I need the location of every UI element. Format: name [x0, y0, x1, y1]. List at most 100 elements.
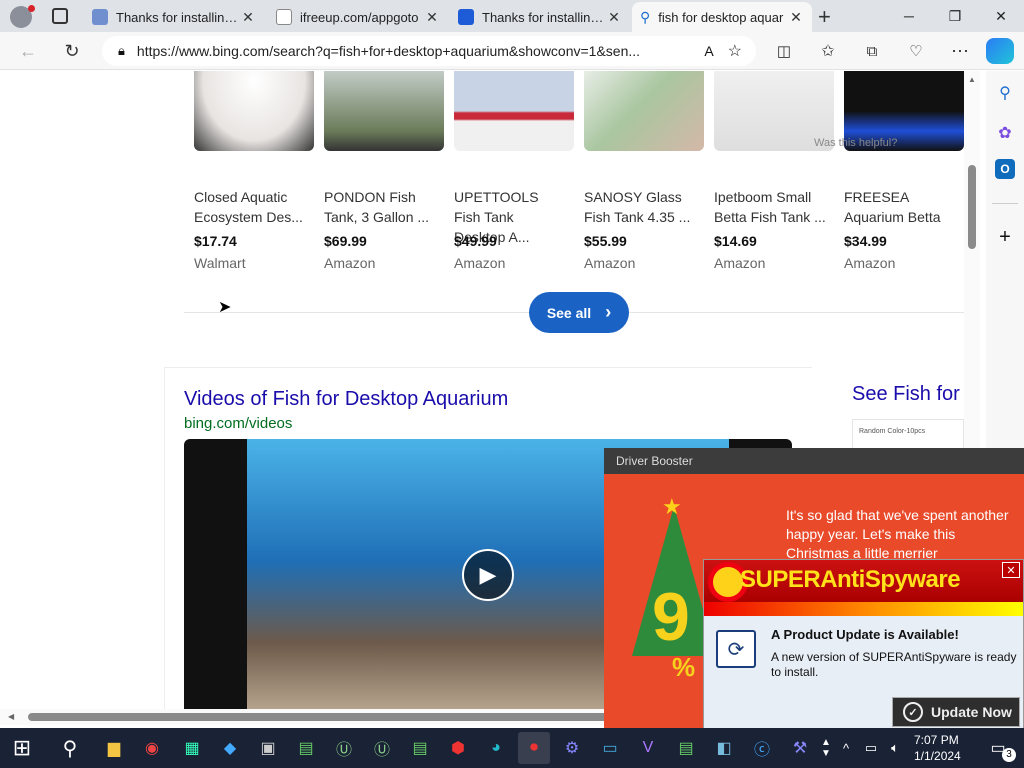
tab-title: Thanks for installing D — [116, 9, 240, 25]
url-text[interactable]: https://www.bing.com/search?q=fish+for+d… — [137, 43, 704, 59]
tree-star-icon: ★ — [662, 494, 682, 519]
outlook-icon[interactable]: O — [995, 159, 1015, 179]
search-icon[interactable]: ⚲ — [991, 79, 1019, 107]
mouse-cursor-icon: ➤ — [218, 299, 232, 316]
profile-alert-dot — [28, 5, 35, 12]
product-price: $49.99 — [454, 233, 497, 249]
scroll-left-icon[interactable]: ◀ — [8, 712, 14, 721]
product-price: $69.99 — [324, 233, 367, 249]
address-bar[interactable]: 🔒︎ https://www.bing.com/search?q=fish+fo… — [102, 36, 756, 66]
add-plus-icon[interactable]: + — [991, 223, 1019, 251]
app-icon[interactable]: ▤ — [404, 732, 436, 764]
edge-icon[interactable]: ◕ — [480, 732, 512, 764]
update-now-button[interactable]: ✓ Update Now — [892, 697, 1020, 727]
sidebar-divider — [992, 203, 1018, 204]
volume-muted-icon[interactable]: 🔈︎ — [884, 732, 906, 764]
product-image[interactable] — [454, 71, 574, 151]
update-message: A new version of SUPERAntiSpyware is rea… — [771, 650, 1017, 679]
app-icon[interactable]: Ⓤ — [328, 732, 360, 764]
product-store: Walmart — [194, 255, 246, 271]
play-button-icon[interactable]: ▶ — [462, 549, 514, 601]
app-icon[interactable]: ▤ — [670, 732, 702, 764]
show-hidden-icons[interactable]: ^ — [836, 732, 856, 764]
tab-1[interactable]: Thanks for installing D ✕ — [84, 2, 264, 32]
product-name[interactable]: Closed Aquatic Ecosystem Des... — [194, 187, 306, 227]
see-all-button[interactable]: See all › — [529, 292, 629, 333]
app-icon[interactable]: ⚙ — [556, 732, 588, 764]
clock-date[interactable]: 1/1/2024 — [914, 749, 961, 763]
close-icon[interactable]: ✕ — [1002, 562, 1020, 578]
back-arrow-icon[interactable]: ← — [12, 36, 44, 66]
copilot-icon[interactable]: ✿ — [991, 119, 1019, 147]
feedback-prompt[interactable]: Was this helpful? — [814, 137, 897, 149]
videos-source[interactable]: bing.com/videos — [184, 415, 292, 432]
tray-scroll-icon[interactable]: ▲ ▼ — [818, 732, 834, 764]
performance-icon[interactable]: ♡ — [900, 36, 932, 66]
scroll-thumb[interactable] — [28, 713, 628, 721]
app-icon[interactable]: ⏺ — [518, 732, 550, 764]
notification-count-badge: 3 — [1002, 748, 1016, 762]
app-icon[interactable]: ⚒ — [784, 732, 816, 764]
minimize-icon[interactable]: ─ — [886, 0, 932, 32]
videos-title[interactable]: Videos of Fish for Desktop Aquarium — [184, 388, 508, 411]
product-name[interactable]: PONDON Fish Tank, 3 Gallon ... — [324, 187, 436, 227]
tab-title: fish for desktop aquar — [658, 9, 784, 25]
favorite-star-icon[interactable]: ☆ — [728, 41, 742, 61]
product-price: $17.74 — [194, 233, 237, 249]
tab-close-icon[interactable]: ✕ — [424, 9, 440, 26]
close-window-icon[interactable]: ✕ — [978, 0, 1024, 32]
clock-time[interactable]: 7:07 PM — [914, 733, 959, 747]
favorites-icon[interactable]: ✩ — [812, 36, 844, 66]
network-icon[interactable]: ▭ — [860, 732, 882, 764]
app-icon[interactable]: ▦ — [176, 732, 208, 764]
file-explorer-icon[interactable]: ▆ — [98, 732, 130, 764]
app-icon[interactable]: ▣ — [252, 732, 284, 764]
tab-2[interactable]: ifreeup.com/appgoto ✕ — [268, 2, 448, 32]
chevron-right-icon: › — [605, 302, 612, 322]
new-tab-plus-icon[interactable]: + — [818, 4, 831, 30]
restore-icon[interactable]: ❐ — [932, 0, 978, 32]
update-now-label: Update Now — [931, 704, 1012, 720]
tab-4-active[interactable]: ⚲ fish for desktop aquar ✕ — [632, 2, 812, 32]
app-icon[interactable]: V — [632, 732, 664, 764]
app-icon[interactable]: ▭ — [594, 732, 626, 764]
app-icon[interactable]: ⓒ — [746, 732, 778, 764]
split-screen-icon[interactable]: ◫ — [768, 36, 800, 66]
scroll-up-icon[interactable]: ▲ — [968, 75, 976, 84]
product-image[interactable] — [584, 71, 704, 151]
sas-banner: SUPERAntiSpyware ✕ — [704, 560, 1023, 602]
product-image[interactable] — [324, 71, 444, 151]
product-price: $34.99 — [844, 233, 887, 249]
app-icon[interactable]: ◆ — [214, 732, 246, 764]
tab-actions-icon[interactable] — [52, 8, 68, 24]
tab-close-icon[interactable]: ✕ — [240, 9, 256, 26]
app-icon[interactable]: ▤ — [290, 732, 322, 764]
thumbnail-caption: Random Color-10pcs — [859, 428, 926, 435]
product-name[interactable]: SANOSY Glass Fish Tank 4.35 ... — [584, 187, 696, 227]
collections-icon[interactable]: ⧉ — [856, 36, 888, 66]
popup-title: Driver Booster — [604, 448, 1024, 474]
product-store: Amazon — [714, 255, 766, 271]
app-icon[interactable]: ◧ — [708, 732, 740, 764]
app-icon[interactable]: ⬢ — [442, 732, 474, 764]
tab-close-icon[interactable]: ✕ — [606, 9, 622, 26]
refresh-icon[interactable]: ↻ — [56, 36, 88, 66]
chrome-icon[interactable]: ◉ — [136, 732, 168, 764]
update-window-icon: ⟳ — [716, 630, 756, 668]
search-icon[interactable]: ⚲ — [54, 732, 86, 764]
windows-start-icon[interactable]: ⊞ — [6, 732, 38, 764]
promo-percent: % — [672, 652, 696, 682]
update-heading: A Product Update is Available! — [771, 627, 959, 642]
related-title[interactable]: See Fish for l — [852, 383, 964, 406]
see-all-label: See all — [546, 304, 592, 321]
app-icon[interactable]: Ⓤ — [366, 732, 398, 764]
promo-text: It's so glad that we've spent another ha… — [786, 507, 1009, 561]
more-menu-icon[interactable]: ⋯ — [944, 36, 976, 66]
tab-close-icon[interactable]: ✕ — [788, 9, 804, 26]
read-aloud-icon[interactable]: A — [704, 43, 713, 59]
tab-3[interactable]: Thanks for installing D ✕ — [450, 2, 630, 32]
product-name[interactable]: Ipetboom Small Betta Fish Tank ... — [714, 187, 826, 227]
product-image[interactable] — [194, 71, 314, 151]
copilot-icon[interactable] — [986, 38, 1014, 64]
scroll-thumb[interactable] — [968, 165, 976, 249]
